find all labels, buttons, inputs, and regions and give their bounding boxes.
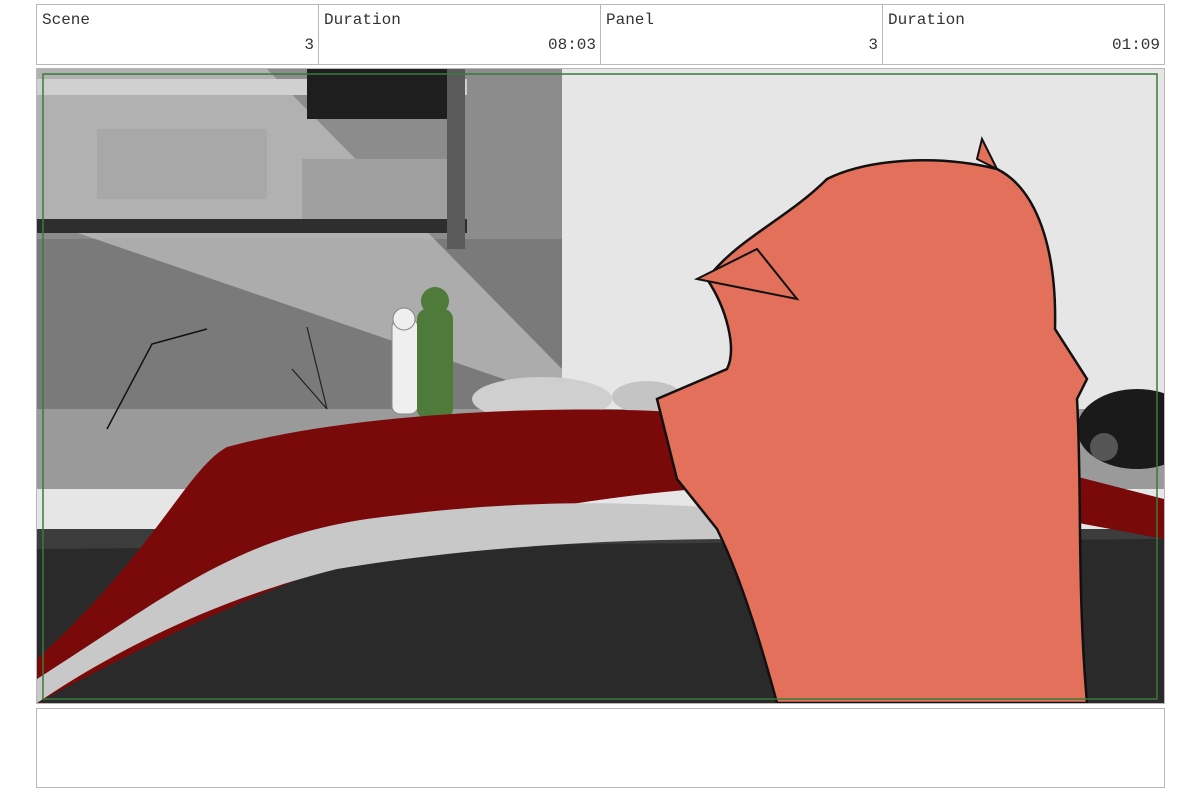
panel-duration-cell: Duration 01:09 (883, 5, 1164, 64)
balcony-beam-dark (37, 219, 467, 233)
storyboard-header: Scene 3 Duration 08:03 Panel 3 Duration … (36, 4, 1165, 65)
officer-figure (391, 318, 419, 415)
scene-cell: Scene 3 (37, 5, 319, 64)
scene-duration-cell: Duration 08:03 (319, 5, 601, 64)
pillar (447, 69, 465, 249)
panel-number[interactable]: 3 (868, 36, 878, 54)
scene-label: Scene (42, 11, 91, 29)
scene-duration-label: Duration (324, 11, 401, 29)
panel-label: Panel (606, 11, 655, 29)
scene-number[interactable]: 3 (304, 36, 314, 54)
scene-duration-value[interactable]: 08:03 (548, 36, 596, 54)
car-wheel (1090, 433, 1118, 461)
panel-notes-area[interactable] (36, 708, 1165, 788)
balcony-panel-right (302, 159, 447, 219)
window-dark (307, 69, 447, 119)
officer-head (392, 307, 416, 331)
balcony-panel-left (97, 129, 267, 199)
panel-duration-label: Duration (888, 11, 965, 29)
green-character-head (421, 287, 449, 315)
panel-cell: Panel 3 (601, 5, 883, 64)
green-character-figure (417, 309, 453, 419)
panel-duration-value[interactable]: 01:09 (1112, 36, 1160, 54)
storyboard-panel-image[interactable] (36, 68, 1165, 704)
panel-artwork (37, 69, 1164, 703)
